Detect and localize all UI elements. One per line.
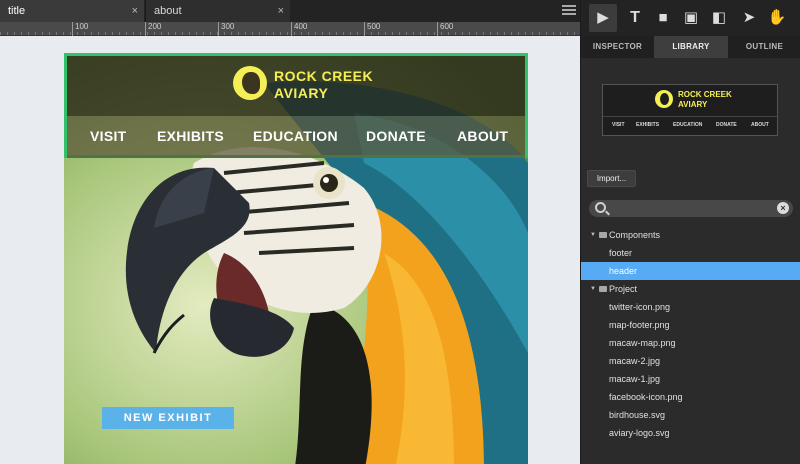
folder-components[interactable]: ▼ Components <box>581 226 800 244</box>
preview-logo-line-2: AVIARY <box>678 100 708 109</box>
preview-nav-item: EXHIBITS <box>636 122 660 128</box>
preview-nav-item: VISIT <box>612 122 625 128</box>
folder-label: Project <box>609 284 638 294</box>
editor-area: title × about × 100 200 300 400 500 600 <box>0 0 580 464</box>
ruler-label: 300 <box>221 22 235 31</box>
clear-search-icon[interactable]: × <box>777 202 789 214</box>
triangle-down-icon[interactable]: ▼ <box>590 280 596 298</box>
tab-label: about <box>154 5 182 17</box>
folder-label: Components <box>609 230 661 240</box>
text-icon[interactable]: T <box>621 4 649 32</box>
panel-icon[interactable]: ◧ <box>705 4 733 32</box>
library-item[interactable]: macaw-2.jpg <box>581 352 800 370</box>
library-item[interactable]: map-footer.png <box>581 316 800 334</box>
triangle-down-icon[interactable]: ▼ <box>590 226 596 244</box>
item-label: aviary-logo.svg <box>609 428 670 438</box>
tab-inspector[interactable]: INSPECTOR <box>581 36 654 58</box>
tool-bar: ▶ T ■ ▣ ◧ ➤ ✋ <box>581 0 800 36</box>
rectangle-icon[interactable]: ■ <box>649 4 677 32</box>
horizontal-ruler: 100 200 300 400 500 600 <box>0 22 580 36</box>
tab-about[interactable]: about × <box>145 0 290 22</box>
item-label: facebook-icon.png <box>609 392 683 402</box>
preview-nav-item: ABOUT <box>751 122 769 128</box>
library-item[interactable]: twitter-icon.png <box>581 298 800 316</box>
nav-donate[interactable]: DONATE <box>366 128 426 144</box>
arrow-icon[interactable]: ➤ <box>735 4 763 32</box>
item-label: header <box>609 266 638 276</box>
logo-line-1: ROCK CREEK <box>274 68 374 84</box>
ruler-label: 500 <box>367 22 381 31</box>
ruler-label: 400 <box>294 22 308 31</box>
text-box-icon[interactable]: ▣ <box>677 4 705 32</box>
aviary-logo-icon <box>233 66 267 100</box>
item-label: macaw-1.jpg <box>609 374 661 384</box>
site-header-selected[interactable]: ROCK CREEK AVIARY VISIT EXHIBITS EDUCATI… <box>64 53 528 158</box>
library-item[interactable]: facebook-icon.png <box>581 388 800 406</box>
preview-nav-item: DONATE <box>716 122 737 128</box>
nav-exhibits[interactable]: EXHIBITS <box>157 128 224 144</box>
folder-icon <box>599 286 607 292</box>
close-icon[interactable]: × <box>132 0 138 22</box>
library-item-footer[interactable]: footer <box>581 244 800 262</box>
search-input[interactable] <box>611 200 771 217</box>
library-item[interactable]: macaw-map.png <box>581 334 800 352</box>
header-thumbnail: ROCK CREEK AVIARY VISIT EXHIBITS EDUCATI… <box>602 84 778 136</box>
item-label: macaw-2.jpg <box>609 356 661 366</box>
import-button[interactable]: Import... <box>587 170 636 187</box>
pointer-icon[interactable]: ▶ <box>589 4 617 32</box>
nav-visit[interactable]: VISIT <box>90 128 127 144</box>
preview-nav-item: EDUCATION <box>673 122 703 128</box>
hand-icon[interactable]: ✋ <box>763 4 791 32</box>
right-panel: ▶ T ■ ▣ ◧ ➤ ✋ INSPECTOR LIBRARY OUTLINE … <box>580 0 800 464</box>
menu-icon[interactable] <box>562 3 576 17</box>
folder-project[interactable]: ▼ Project <box>581 280 800 298</box>
tab-outline[interactable]: OUTLINE <box>728 36 800 58</box>
library-item[interactable]: aviary-logo.svg <box>581 424 800 442</box>
tab-library[interactable]: LIBRARY <box>654 36 728 58</box>
item-label: map-footer.png <box>609 320 670 330</box>
component-preview-area: ROCK CREEK AVIARY VISIT EXHIBITS EDUCATI… <box>581 58 800 168</box>
preview-logo-line-1: ROCK CREEK <box>678 90 732 99</box>
ruler-label: 100 <box>75 22 89 31</box>
search-icon <box>595 202 606 213</box>
library-item[interactable]: macaw-1.jpg <box>581 370 800 388</box>
ruler-label: 600 <box>440 22 454 31</box>
item-label: birdhouse.svg <box>609 410 666 420</box>
nav-about[interactable]: ABOUT <box>457 128 508 144</box>
aviary-logo-icon <box>655 90 673 108</box>
new-exhibit-button[interactable]: NEW EXHIBIT <box>102 407 234 429</box>
item-label: twitter-icon.png <box>609 302 671 312</box>
tab-label: title <box>8 5 26 17</box>
item-label: macaw-map.png <box>609 338 676 348</box>
tab-title[interactable]: title × <box>0 0 144 22</box>
header-logo-bar: ROCK CREEK AVIARY <box>67 56 525 116</box>
close-icon[interactable]: × <box>278 0 284 22</box>
library-item[interactable]: birdhouse.svg <box>581 406 800 424</box>
library-search: × <box>589 200 793 217</box>
panel-tabs: INSPECTOR LIBRARY OUTLINE <box>581 36 800 58</box>
site-nav: VISIT EXHIBITS EDUCATION DONATE ABOUT <box>67 116 525 158</box>
logo-line-2: AVIARY <box>274 85 329 101</box>
item-label: footer <box>609 248 633 258</box>
document-tab-bar: title × about × <box>0 0 580 22</box>
folder-icon <box>599 232 607 238</box>
ruler-label: 200 <box>148 22 162 31</box>
nav-education[interactable]: EDUCATION <box>253 128 338 144</box>
library-item-header[interactable]: header <box>581 262 800 280</box>
